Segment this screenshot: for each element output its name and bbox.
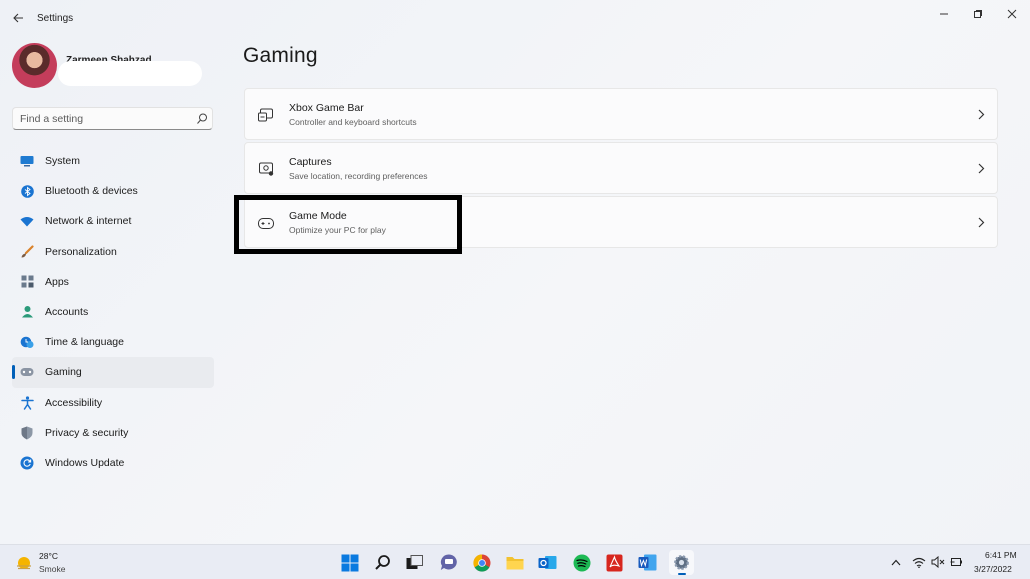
clock-date[interactable]: 3/27/2022 (974, 564, 1012, 574)
shield-icon (20, 426, 34, 440)
settings-icon[interactable] (669, 550, 694, 575)
redaction-mask (58, 61, 202, 86)
sun-haze-icon[interactable] (15, 554, 33, 572)
weather-temp[interactable]: 28°C (39, 551, 58, 561)
search-input[interactable] (20, 111, 190, 127)
start-icon[interactable] (337, 550, 362, 575)
acrobat-icon[interactable] (602, 550, 627, 575)
clock-time[interactable]: 6:41 PM (985, 550, 1017, 560)
sidebar-item-label: Windows Update (45, 456, 125, 469)
sidebar-item-label: Apps (45, 275, 69, 288)
sidebar-item-windows-update[interactable]: Windows Update (12, 448, 214, 478)
task-view-icon[interactable] (402, 550, 427, 575)
outlook-icon[interactable] (535, 550, 560, 575)
card-title: Captures (289, 156, 332, 168)
back-arrow-icon[interactable] (8, 8, 28, 28)
bluetooth-icon (20, 184, 34, 198)
sidebar-item-label: Gaming (45, 366, 82, 379)
captures-card[interactable]: Captures Save location, recording prefer… (244, 142, 998, 194)
sidebar-item-bluetooth[interactable]: Bluetooth & devices (12, 176, 214, 206)
sidebar-item-label: Bluetooth & devices (45, 185, 138, 198)
sidebar-item-label: System (45, 155, 81, 168)
update-icon (20, 456, 34, 470)
close-button[interactable] (1000, 6, 1024, 22)
clock-globe-icon (20, 335, 34, 349)
chevron-right-icon (975, 161, 987, 175)
game-mode-card[interactable]: Game Mode Optimize your PC for play (244, 196, 998, 248)
restore-button[interactable] (966, 6, 990, 22)
app-title: Settings (37, 13, 74, 24)
sidebar-item-label: Privacy & security (45, 426, 129, 439)
speaker-muted-icon[interactable] (931, 555, 945, 569)
card-subtitle: Controller and keyboard shortcuts (289, 117, 417, 127)
chrome-icon[interactable] (469, 550, 494, 575)
sidebar-item-personalization[interactable]: Personalization (12, 237, 214, 267)
sidebar-nav: System Bluetooth & devices Network & int… (12, 146, 214, 478)
sidebar-item-time-language[interactable]: Time & language (12, 327, 214, 357)
card-subtitle: Optimize your PC for play (289, 225, 386, 235)
sidebar-item-privacy-security[interactable]: Privacy & security (12, 418, 214, 448)
minimize-button[interactable] (932, 6, 956, 22)
chevron-right-icon (975, 215, 987, 229)
sidebar-item-label: Network & internet (45, 215, 132, 228)
capture-icon (258, 161, 274, 177)
card-title: Game Mode (289, 210, 347, 222)
card-subtitle: Save location, recording preferences (289, 171, 428, 181)
gamepad-icon (258, 215, 274, 231)
sidebar-item-network[interactable]: Network & internet (12, 206, 214, 236)
sidebar-item-apps[interactable]: Apps (12, 267, 214, 297)
spotify-icon[interactable] (569, 550, 594, 575)
accessibility-icon (20, 395, 34, 410)
sidebar-item-label: Accessibility (45, 396, 103, 409)
file-explorer-icon[interactable] (502, 550, 527, 575)
sidebar-item-label: Accounts (45, 306, 89, 319)
avatar[interactable] (12, 43, 57, 88)
monitor-icon (20, 154, 34, 168)
word-icon[interactable] (635, 550, 660, 575)
search-icon[interactable] (196, 112, 208, 126)
brush-icon (20, 244, 34, 259)
sidebar-item-label: Time & language (45, 336, 124, 349)
person-icon (20, 305, 34, 319)
search-field[interactable] (12, 107, 213, 130)
wifi-icon[interactable] (912, 555, 926, 569)
sidebar-item-gaming[interactable]: Gaming (12, 357, 214, 388)
card-title: Xbox Game Bar (289, 102, 364, 114)
sidebar-item-system[interactable]: System (12, 146, 214, 176)
battery-plug-icon[interactable] (950, 555, 964, 569)
chevron-up-icon[interactable] (889, 555, 903, 569)
sidebar-item-accounts[interactable]: Accounts (12, 297, 214, 327)
teams-chat-icon[interactable] (436, 550, 461, 575)
page-title: Gaming (243, 44, 318, 67)
title-bar: Settings (0, 0, 1030, 36)
xbox-game-bar-card[interactable]: Xbox Game Bar Controller and keyboard sh… (244, 88, 998, 140)
sidebar-item-accessibility[interactable]: Accessibility (12, 388, 214, 418)
game-bar-icon (258, 107, 274, 123)
search-icon[interactable] (370, 550, 395, 575)
weather-condition[interactable]: Smoke (39, 564, 65, 574)
gamepad-icon (20, 365, 34, 379)
taskbar: 28°C Smoke 6:41 PM 3/27/2022 (0, 544, 1030, 579)
chevron-right-icon (975, 107, 987, 121)
settings-window: Settings Zarmeen Shahzad System Bl (0, 0, 1030, 544)
sidebar-item-label: Personalization (45, 245, 117, 258)
wifi-icon (20, 214, 34, 228)
apps-icon (20, 275, 34, 289)
